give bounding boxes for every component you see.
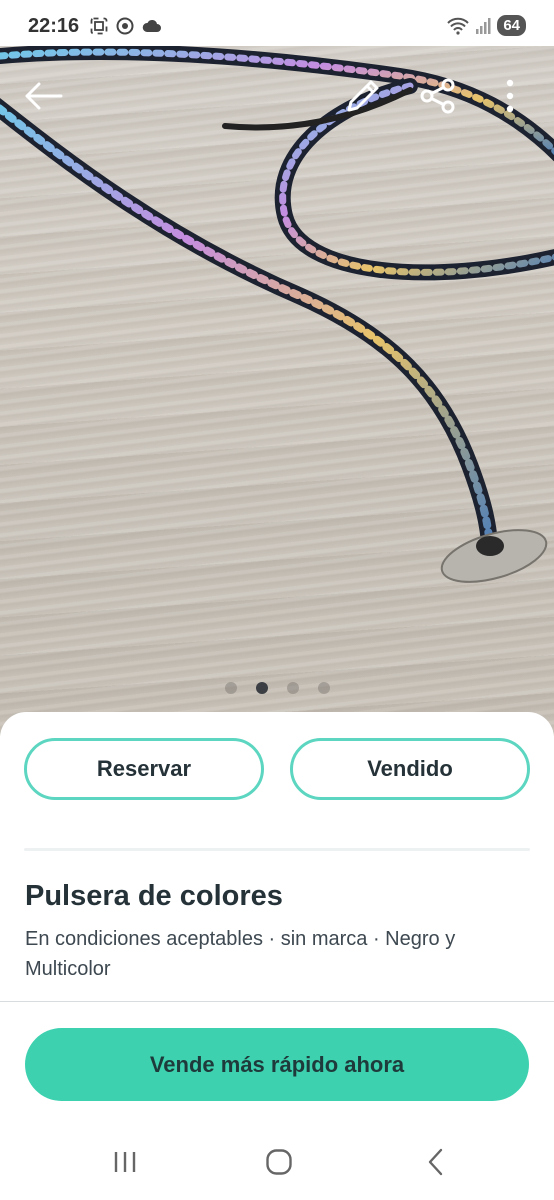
action-row: Reservar Vendido: [24, 738, 530, 800]
footer-divider: [0, 1001, 554, 1002]
screenshot-icon: [90, 17, 108, 35]
sold-button[interactable]: Vendido: [290, 738, 530, 800]
status-icons-right: 64: [447, 15, 526, 36]
bracelet-image: [0, 46, 554, 583]
back-arrow-icon[interactable]: [20, 76, 66, 116]
more-vertical-icon[interactable]: [498, 76, 522, 116]
signal-icon: [476, 17, 491, 34]
status-bar: 22:16 64: [0, 0, 554, 46]
listing-title: Pulsera de colores: [25, 880, 283, 912]
sell-faster-button[interactable]: Vende más rápido ahora: [25, 1028, 529, 1101]
system-nav-bar: [0, 1125, 554, 1200]
pager-dot[interactable]: [286, 682, 299, 694]
chrome-icon: [116, 17, 134, 35]
status-time: 22:16: [28, 15, 80, 37]
status-icons-left: [90, 17, 162, 35]
battery-icon: 64: [497, 15, 526, 36]
pager-dot[interactable]: [317, 682, 330, 694]
pager-dot[interactable]: [224, 682, 237, 694]
cloud-icon: [142, 19, 161, 32]
share-icon[interactable]: [416, 76, 460, 116]
edit-pencil-icon[interactable]: [340, 74, 386, 118]
reserve-button[interactable]: Reservar: [24, 738, 264, 800]
listing-details: En condiciones aceptables · sin marca · …: [25, 928, 456, 980]
back-icon[interactable]: [415, 1145, 455, 1179]
pager-dot-active[interactable]: [255, 682, 268, 694]
wifi-icon: [447, 17, 470, 35]
product-photo[interactable]: [0, 46, 554, 736]
divider: [24, 848, 530, 851]
photo-pager: [0, 682, 554, 694]
home-icon[interactable]: [259, 1145, 299, 1179]
recents-icon[interactable]: [105, 1145, 145, 1179]
